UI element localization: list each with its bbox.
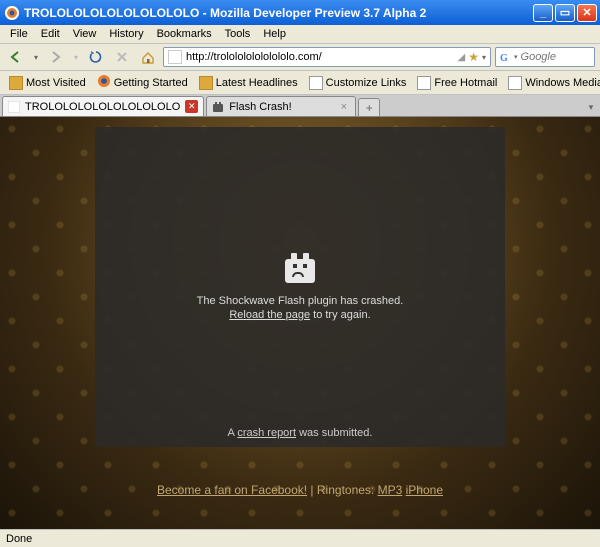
- crash-reload-line: Reload the page to try again.: [229, 309, 370, 321]
- tab-active[interactable]: TROLOLOLOLOLOLOLOLOLO ✕: [2, 96, 204, 116]
- menu-history[interactable]: History: [103, 27, 149, 41]
- tab-list-dropdown[interactable]: ▾: [585, 98, 597, 116]
- bookmark-label: Getting Started: [114, 77, 188, 89]
- feed-icon: [199, 76, 213, 90]
- tab-bar: TROLOLOLOLOLOLOLOLOLO ✕ Flash Crash! × +…: [0, 95, 600, 117]
- new-tab-button[interactable]: +: [358, 98, 380, 116]
- url-bar[interactable]: ◢ ★ ▾: [163, 47, 491, 67]
- bookmark-free-hotmail[interactable]: Free Hotmail: [413, 75, 501, 91]
- menu-tools[interactable]: Tools: [219, 27, 257, 41]
- status-text: Done: [6, 533, 32, 545]
- ringtones-label: Ringtones:: [317, 483, 378, 497]
- menubar: File Edit View History Bookmarks Tools H…: [0, 25, 600, 44]
- tab-favicon: [8, 101, 20, 113]
- url-input[interactable]: [186, 49, 455, 65]
- page-footer-links: Become a fan on Facebook! | Ringtones: M…: [0, 483, 600, 497]
- mp3-link[interactable]: MP3: [378, 483, 403, 497]
- search-box[interactable]: G ▾: [495, 47, 595, 67]
- tab-inactive[interactable]: Flash Crash! ×: [206, 96, 356, 116]
- svg-text:G: G: [500, 53, 508, 63]
- forward-button[interactable]: [45, 47, 67, 67]
- forward-history-dropdown[interactable]: ▾: [71, 53, 81, 62]
- tab-close-button[interactable]: ✕: [185, 100, 198, 113]
- firefox-icon: [97, 74, 111, 91]
- bookmark-label: Most Visited: [26, 77, 86, 89]
- bookmark-most-visited[interactable]: Most Visited: [5, 75, 90, 91]
- facebook-fan-link[interactable]: Become a fan on Facebook!: [157, 483, 307, 497]
- firefox-icon: [5, 6, 19, 20]
- bookmark-label: Windows Media: [525, 77, 600, 89]
- back-history-dropdown[interactable]: ▾: [31, 53, 41, 62]
- url-dropdown-icon[interactable]: ▾: [482, 53, 486, 62]
- bookmark-label: Latest Headlines: [216, 77, 298, 89]
- crash-report-post: was submitted.: [296, 427, 372, 439]
- crash-report-link[interactable]: crash report: [237, 427, 296, 439]
- window-title: TROLOLOLOLOLOLOLOLOLO - Mozilla Develope…: [24, 6, 533, 20]
- search-input[interactable]: [521, 51, 591, 63]
- menu-view[interactable]: View: [67, 27, 103, 41]
- separator: |: [307, 483, 317, 497]
- window-maximize-button[interactable]: ▭: [555, 4, 575, 22]
- tab-label: TROLOLOLOLOLOLOLOLOLO: [25, 101, 180, 113]
- crash-report-pre: A: [228, 427, 238, 439]
- bookmarks-toolbar: Most Visited Getting Started Latest Head…: [0, 71, 600, 95]
- plugin-icon: [212, 101, 224, 113]
- crash-report-line: A crash report was submitted.: [95, 427, 505, 439]
- menu-edit[interactable]: Edit: [35, 27, 66, 41]
- sad-plugin-icon: [283, 253, 317, 283]
- window-minimize-button[interactable]: _: [533, 4, 553, 22]
- home-button[interactable]: [137, 47, 159, 67]
- page-icon: [417, 76, 431, 90]
- page-icon: [309, 76, 323, 90]
- tab-close-button[interactable]: ×: [337, 100, 350, 113]
- bookmark-label: Customize Links: [326, 77, 407, 89]
- menu-help[interactable]: Help: [257, 27, 292, 41]
- stop-button[interactable]: [111, 47, 133, 67]
- tab-label: Flash Crash!: [229, 101, 332, 113]
- back-button[interactable]: [5, 47, 27, 67]
- window-close-button[interactable]: ✕: [577, 4, 597, 22]
- search-engine-dropdown-icon[interactable]: ▾: [514, 53, 518, 61]
- navigation-toolbar: ▾ ▾ ◢ ★ ▾ G ▾: [0, 44, 600, 71]
- crash-message: The Shockwave Flash plugin has crashed.: [197, 295, 404, 307]
- folder-icon: [9, 76, 23, 90]
- feed-icon[interactable]: ◢: [458, 52, 466, 63]
- bookmark-windows-media[interactable]: Windows Media: [504, 75, 600, 91]
- window-titlebar: TROLOLOLOLOLOLOLOLOLO - Mozilla Develope…: [0, 0, 600, 25]
- bookmark-latest-headlines[interactable]: Latest Headlines: [195, 75, 302, 91]
- reload-page-link[interactable]: Reload the page: [229, 309, 310, 321]
- bookmark-star-icon[interactable]: ★: [468, 50, 479, 64]
- plugin-crash-panel: The Shockwave Flash plugin has crashed. …: [95, 127, 505, 447]
- bookmark-label: Free Hotmail: [434, 77, 497, 89]
- site-identity-icon[interactable]: [168, 50, 182, 64]
- google-icon: G: [499, 51, 511, 63]
- crash-reload-tail: to try again.: [310, 309, 371, 321]
- bookmark-getting-started[interactable]: Getting Started: [93, 73, 192, 92]
- bookmark-customize-links[interactable]: Customize Links: [305, 75, 411, 91]
- menu-bookmarks[interactable]: Bookmarks: [151, 27, 218, 41]
- reload-button[interactable]: [85, 47, 107, 67]
- menu-file[interactable]: File: [4, 27, 34, 41]
- page-icon: [508, 76, 522, 90]
- page-content: The Shockwave Flash plugin has crashed. …: [0, 117, 600, 537]
- iphone-link[interactable]: iPhone: [406, 483, 443, 497]
- status-bar: Done: [0, 529, 600, 547]
